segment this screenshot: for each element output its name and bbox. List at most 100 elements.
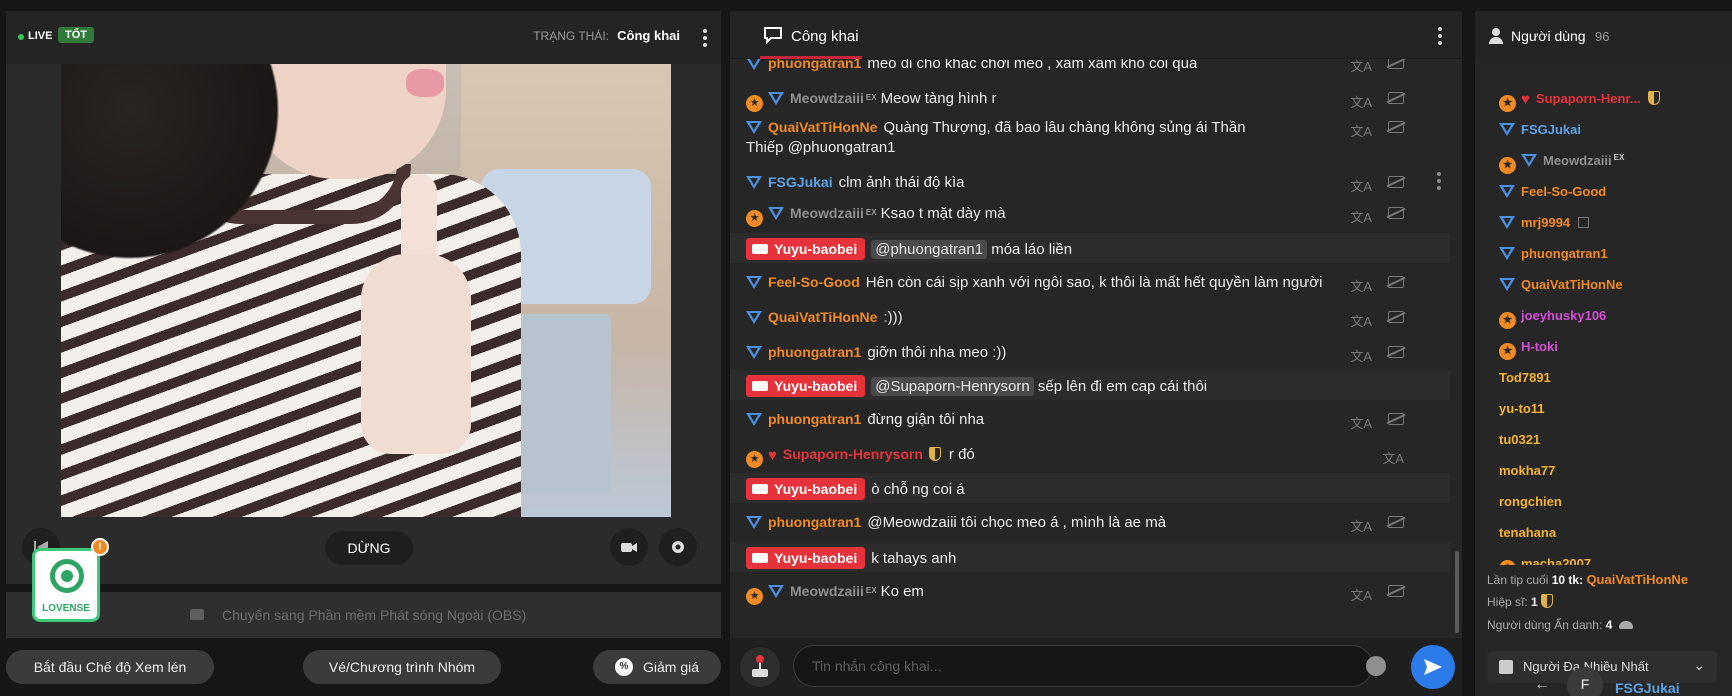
- ban-icon[interactable]: [1388, 346, 1404, 361]
- chat-message: QuaiVatTiHonNe Quàng Thượng, đã bao lâu c…: [730, 117, 1450, 161]
- translate-icon[interactable]: 文A: [1350, 59, 1372, 75]
- quality-badge: TỐT: [58, 27, 94, 43]
- user-list-item[interactable]: FSGJukai: [1499, 122, 1581, 146]
- broadcast-panel: LIVE TỐT TRẠNG THÁI: Công khai DỪNG: [6, 11, 721, 584]
- status-label: TRẠNG THÁI:: [533, 29, 609, 43]
- users-count: 96: [1595, 29, 1610, 44]
- chat-message: ★ ♥ Supaporn-Henrysorn r đó 文A: [730, 440, 1450, 468]
- camera-icon: [752, 244, 768, 254]
- ban-icon[interactable]: [1388, 311, 1404, 326]
- user-list-item[interactable]: yu-to11: [1499, 401, 1545, 425]
- chat-message: ★ Meowdzaiii EX Ko em 文A: [730, 577, 1450, 605]
- lovense-label: LOVENSE: [42, 603, 90, 614]
- chat-scrollbar[interactable]: [1455, 551, 1459, 633]
- users-title: Người dùng: [1511, 28, 1586, 44]
- ban-icon[interactable]: [1388, 176, 1404, 191]
- camera-icon: [190, 609, 204, 620]
- translate-icon[interactable]: 文A: [1350, 276, 1372, 295]
- ban-icon[interactable]: [1388, 413, 1404, 428]
- chat-message: ★ Meowdzaiii EX Ksao t mặt dày mà 文A: [730, 199, 1450, 227]
- ban-icon[interactable]: [1388, 516, 1404, 531]
- joystick-icon: [752, 655, 768, 677]
- ban-icon[interactable]: [1388, 59, 1404, 72]
- discount-button[interactable]: % Giảm giá: [593, 650, 721, 684]
- obs-switch-bar[interactable]: Chuyển sang Phần mềm Phát sóng Ngoài (OB…: [6, 592, 721, 638]
- current-user-name: FSGJukai: [1615, 680, 1680, 696]
- chevron-down-icon: ⌄: [1693, 657, 1705, 673]
- note-icon: [1577, 217, 1589, 228]
- trophy-icon: [1499, 660, 1513, 674]
- user-list-item[interactable]: phuongatran1: [1499, 246, 1608, 270]
- user-list-item[interactable]: tenahana: [1499, 525, 1556, 549]
- chat-message: phuongatran1 @Meowdzaiii tôi chọc meo á ,…: [730, 508, 1450, 536]
- emoji-icon[interactable]: [1366, 656, 1386, 676]
- translate-icon[interactable]: 文A: [1350, 311, 1372, 330]
- translate-icon[interactable]: 文A: [1350, 346, 1372, 365]
- chat-panel: Công khai phuongatran1 meo đi chỗ khác ch…: [730, 11, 1462, 696]
- user-list-item[interactable]: tu0321: [1499, 432, 1540, 456]
- chat-message-input[interactable]: [793, 645, 1373, 687]
- chat-message-broadcaster: Yuyu-baobei @Supaporn-Henrysorn sếp lên đ…: [730, 370, 1450, 400]
- avatar[interactable]: F: [1567, 667, 1603, 696]
- ban-icon[interactable]: [1388, 92, 1404, 107]
- broadcast-topbar: LIVE TỐT TRẠNG THÁI: Công khai: [6, 11, 721, 64]
- back-arrow-icon[interactable]: ←: [1534, 676, 1550, 694]
- ban-icon[interactable]: [1388, 207, 1404, 222]
- tab-public-chat[interactable]: Công khai: [791, 28, 859, 45]
- user-list-item[interactable]: ★ joeyhusky106: [1499, 308, 1606, 332]
- settings-button[interactable]: [659, 528, 697, 566]
- stream-menu-icon[interactable]: [703, 29, 707, 50]
- user-list-item[interactable]: Feel-So-Good: [1499, 184, 1606, 208]
- translate-icon[interactable]: 文A: [1350, 176, 1372, 195]
- chat-message-list[interactable]: phuongatran1 meo đi chỗ khác chơi meo , x…: [730, 59, 1452, 631]
- user-list-item[interactable]: ★macha2007: [1499, 556, 1591, 565]
- message-menu-icon[interactable]: [1437, 172, 1441, 193]
- chat-message-broadcaster: Yuyu-baobei ò chỗ ng coi á: [730, 473, 1450, 503]
- shield-icon: [928, 447, 941, 461]
- chat-message: FSGJukai clm ảnh thái độ kìa 文A: [730, 168, 1450, 196]
- camera-icon: [621, 543, 637, 552]
- users-panel: Người dùng 96 ★ ♥ Supaporn-Henr... FSGJuka…: [1475, 11, 1732, 696]
- translate-icon[interactable]: 文A: [1350, 92, 1372, 111]
- translate-icon[interactable]: 文A: [1350, 585, 1372, 604]
- ban-icon[interactable]: [1388, 276, 1404, 291]
- users-header: Người dùng 96: [1475, 11, 1732, 59]
- translate-icon[interactable]: 文A: [1382, 448, 1404, 467]
- stop-broadcast-button[interactable]: DỪNG: [325, 531, 413, 565]
- ban-icon[interactable]: [1388, 585, 1404, 600]
- user-list-item[interactable]: ★ ♥ Supaporn-Henr...: [1499, 91, 1668, 115]
- user-list-item[interactable]: mrj9994: [1499, 215, 1589, 239]
- chat-message-broadcaster: Yuyu-baobei @phuongatran1 móa láo liền: [730, 233, 1450, 263]
- ban-icon[interactable]: [1388, 121, 1404, 136]
- send-icon: [1424, 659, 1442, 675]
- chat-message-broadcaster: Yuyu-baobei k tahays anh: [730, 542, 1450, 572]
- live-indicator-icon: [18, 34, 24, 40]
- knights-info: Hiệp sĩ: 1: [1487, 594, 1561, 609]
- user-list-item[interactable]: ★ H-toki: [1499, 339, 1558, 363]
- user-list-item[interactable]: Tod7891: [1499, 370, 1551, 394]
- discount-label: Giảm giá: [642, 659, 700, 675]
- chat-menu-icon[interactable]: [1438, 27, 1442, 48]
- user-icon: [1489, 28, 1503, 44]
- chat-message: Feel-So-Good Hên còn cái sịp xanh với ngô…: [730, 268, 1450, 296]
- translate-icon[interactable]: 文A: [1350, 516, 1372, 535]
- peek-mode-button[interactable]: Bắt đầu Chế độ Xem lén: [6, 650, 214, 684]
- status-value[interactable]: Công khai: [617, 28, 680, 43]
- user-list-item[interactable]: rongchien: [1499, 494, 1562, 518]
- spy-icon: [1618, 621, 1633, 629]
- lovense-logo-icon: [50, 559, 84, 593]
- group-show-button[interactable]: Vé/Chương trình Nhóm: [303, 650, 501, 684]
- camera-switch-button[interactable]: [610, 528, 648, 566]
- chat-message: phuongatran1 đừng giận tôi nha 文A: [730, 405, 1450, 433]
- user-list[interactable]: ★ ♥ Supaporn-Henr... FSGJukai ★ Meowdzaiii E…: [1475, 77, 1732, 565]
- user-list-item[interactable]: ★ Meowdzaiii EX: [1499, 153, 1628, 177]
- discount-icon: %: [614, 658, 633, 676]
- user-list-item[interactable]: mokha77: [1499, 463, 1555, 487]
- translate-icon[interactable]: 文A: [1350, 121, 1372, 140]
- lovense-widget[interactable]: LOVENSE: [32, 548, 100, 622]
- games-button[interactable]: [740, 647, 780, 687]
- send-button[interactable]: [1411, 645, 1455, 689]
- user-list-item[interactable]: QuaiVatTiHonNe: [1499, 277, 1623, 301]
- translate-icon[interactable]: 文A: [1350, 413, 1372, 432]
- translate-icon[interactable]: 文A: [1350, 207, 1372, 226]
